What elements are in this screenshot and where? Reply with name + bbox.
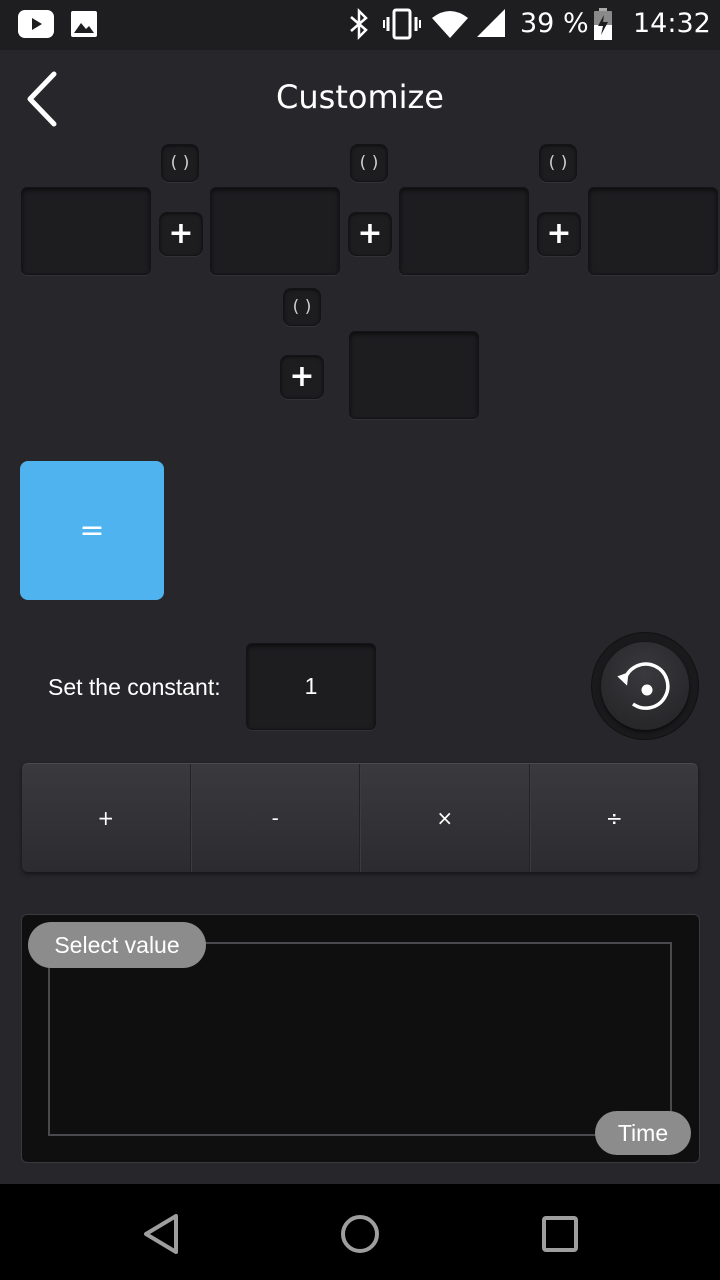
operand-slot-4[interactable] <box>588 187 718 275</box>
constant-label: Set the constant: <box>48 674 221 700</box>
multiply-operator-button[interactable]: × <box>360 764 530 872</box>
operand-slot-3[interactable] <box>399 187 529 275</box>
add-operator-button[interactable]: + <box>22 764 191 872</box>
image-icon <box>71 11 97 37</box>
back-triangle-icon[interactable] <box>140 1212 184 1256</box>
operator-button-3[interactable]: + <box>537 212 581 256</box>
graph-area <box>48 942 672 1136</box>
operand-slot-5[interactable] <box>349 331 479 419</box>
select-value-button[interactable]: Select value <box>28 922 206 968</box>
divide-operator-button[interactable]: ÷ <box>529 764 699 872</box>
youtube-icon <box>18 10 54 38</box>
bluetooth-icon <box>350 8 368 40</box>
battery-icon <box>594 8 612 40</box>
app-bar: Customize <box>0 50 720 146</box>
operator-button-2[interactable]: + <box>348 212 392 256</box>
operand-slot-1[interactable] <box>21 187 151 275</box>
battery-percent: 39 % <box>520 8 589 39</box>
operator-button-1[interactable]: + <box>159 212 203 256</box>
operator-button-4[interactable]: + <box>280 355 324 399</box>
constant-input[interactable]: 1 <box>246 643 376 730</box>
navigation-bar <box>0 1184 720 1280</box>
wifi-icon <box>432 11 468 38</box>
reset-icon <box>617 662 670 710</box>
status-bar: 39 % 14:32 <box>0 0 720 50</box>
clock: 14:32 <box>633 8 711 39</box>
parenthesis-toggle-1[interactable]: ( ) <box>161 144 199 182</box>
operand-slot-2[interactable] <box>210 187 340 275</box>
equals-button[interactable]: = <box>20 461 164 600</box>
recents-square-icon[interactable] <box>538 1212 582 1256</box>
subtract-operator-button[interactable]: - <box>190 764 360 872</box>
page-title: Customize <box>276 78 444 116</box>
reset-button[interactable] <box>592 633 698 739</box>
operator-selector: + - × ÷ <box>22 763 698 872</box>
time-axis-label[interactable]: Time <box>595 1111 691 1155</box>
parenthesis-toggle-2[interactable]: ( ) <box>350 144 388 182</box>
vibrate-icon <box>383 8 421 40</box>
parenthesis-toggle-4[interactable]: ( ) <box>283 288 321 326</box>
home-circle-icon[interactable] <box>338 1212 382 1256</box>
signal-icon <box>477 9 505 37</box>
reset-button-face <box>601 642 689 730</box>
parenthesis-toggle-3[interactable]: ( ) <box>539 144 577 182</box>
